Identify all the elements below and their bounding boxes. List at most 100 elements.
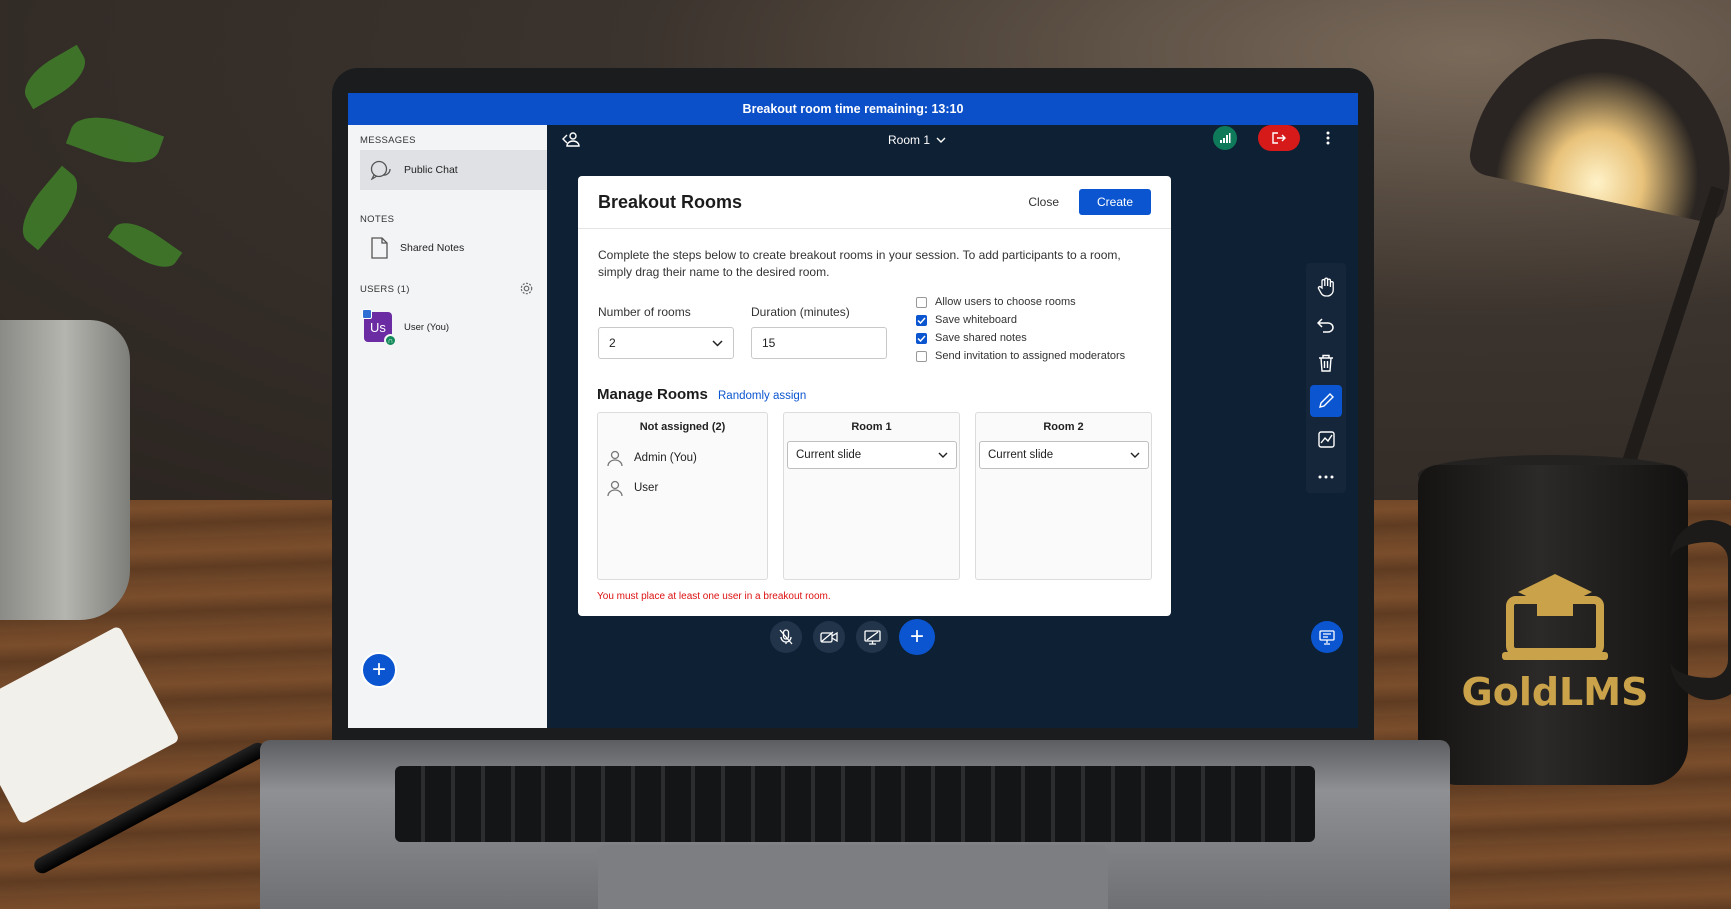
plus-icon: + [371, 656, 386, 683]
camera-button[interactable] [813, 621, 845, 653]
avatar-initials: Us [370, 319, 386, 335]
room-2-select-value: Current slide [988, 449, 1054, 461]
duration-label: Duration (minutes) [751, 305, 850, 319]
avatar: Us ∩ [362, 309, 397, 347]
manage-rooms-title: Manage Rooms [597, 386, 708, 403]
modal-intro: Complete the steps below to create break… [598, 248, 1121, 279]
user-label: User [634, 482, 659, 494]
room-1-column[interactable]: Room 1 Current slide [783, 412, 960, 580]
room-2-content-select[interactable]: Current slide [979, 441, 1149, 469]
signal-bars-icon [1220, 133, 1231, 143]
delete-button[interactable] [1310, 347, 1342, 379]
checkmark-icon [917, 316, 926, 324]
presenter-tag-icon [362, 309, 372, 319]
modal-title: Breakout Rooms [598, 191, 743, 212]
room-label: Room 1 [888, 133, 931, 147]
document-icon [371, 237, 388, 259]
notes-header: NOTES [360, 214, 395, 225]
whiteboard-toolbar [1306, 263, 1346, 493]
screen-share-button[interactable] [856, 621, 888, 653]
checkbox-checked[interactable] [916, 314, 927, 326]
more-tools-button[interactable] [1310, 461, 1342, 493]
option-save-whiteboard[interactable]: Save whiteboard [916, 311, 1125, 329]
mug-brand-text: GoldLMS [1461, 670, 1649, 714]
toggle-userlist-icon[interactable] [562, 131, 580, 147]
presentation-icon [1319, 629, 1335, 645]
option-allow-choose[interactable]: Allow users to choose rooms [916, 293, 1125, 311]
validation-error: You must place at least one user in a br… [597, 591, 831, 602]
chat-bubbles-icon [370, 160, 391, 180]
mug-logo: GoldLMS [1450, 570, 1660, 720]
multi-user-whiteboard-button[interactable] [1310, 423, 1342, 455]
sidebar-item-shared-notes[interactable]: Shared Notes [360, 228, 547, 268]
not-assigned-column[interactable]: Not assigned (2) Admin (You) User [597, 412, 768, 580]
user-list-item[interactable]: Us ∩ User (You) [354, 307, 541, 347]
room-selector[interactable]: Room 1 [888, 133, 946, 147]
leave-meeting-button[interactable] [1258, 125, 1300, 151]
sidebar: MESSAGES Public Chat NOTES Shared Notes … [348, 125, 547, 728]
user-icon [607, 450, 623, 467]
breakout-rooms-modal: Breakout Rooms Close Create Complete the… [578, 176, 1171, 616]
checkbox[interactable] [916, 296, 927, 308]
unassigned-user[interactable]: User [606, 479, 658, 497]
messages-header: MESSAGES [360, 135, 416, 146]
sidebar-item-public-chat[interactable]: Public Chat [360, 150, 547, 190]
create-button[interactable]: Create [1079, 189, 1151, 215]
actions-plus-button[interactable]: + [899, 619, 935, 655]
room-2-title: Room 2 [1043, 421, 1084, 433]
close-button[interactable]: Close [1028, 195, 1059, 209]
option-send-invitation[interactable]: Send invitation to assigned moderators [916, 347, 1125, 365]
pencil-tool-button[interactable] [1310, 385, 1342, 417]
option-label: Save shared notes [935, 332, 1027, 344]
unassigned-user-admin[interactable]: Admin (You) [606, 449, 697, 467]
mug-handle [1670, 520, 1731, 700]
checkbox[interactable] [916, 350, 927, 362]
connection-status-button[interactable] [1213, 126, 1237, 150]
gear-icon[interactable] [520, 282, 533, 295]
ellipsis-icon [1318, 475, 1334, 479]
laptop-trackpad [598, 845, 1108, 909]
rooms-count-select[interactable]: 2 [598, 327, 734, 359]
camera-off-icon [820, 631, 838, 643]
pan-tool-button[interactable] [1310, 271, 1342, 303]
trash-icon [1319, 354, 1333, 372]
chevron-down-icon [712, 339, 723, 347]
option-label: Save whiteboard [935, 314, 1017, 326]
more-options-icon[interactable] [1325, 130, 1331, 146]
duration-input[interactable]: 15 [751, 327, 887, 359]
checkmark-icon [917, 334, 926, 342]
randomly-assign-link[interactable]: Randomly assign [718, 390, 806, 402]
presentation-toggle-button[interactable] [1311, 621, 1343, 653]
option-label: Allow users to choose rooms [935, 296, 1076, 308]
users-header: USERS (1) [360, 284, 410, 295]
hand-icon [1317, 277, 1334, 297]
modal-header: Breakout Rooms Close Create [578, 176, 1171, 229]
shared-notes-label: Shared Notes [400, 242, 465, 254]
checkbox-checked[interactable] [916, 332, 927, 344]
graduation-laptop-icon [1502, 574, 1608, 660]
user-icon [607, 480, 623, 497]
pencil-icon [1319, 393, 1334, 408]
add-action-button[interactable]: + [361, 652, 397, 688]
breakout-timer-bar: Breakout room time remaining: 13:10 [348, 93, 1358, 125]
chart-line-icon [1317, 430, 1335, 448]
exit-icon [1272, 132, 1286, 144]
user-label: Admin (You) [634, 452, 697, 464]
rooms-count-value: 2 [609, 336, 616, 350]
undo-button[interactable] [1310, 309, 1342, 341]
option-save-notes[interactable]: Save shared notes [916, 329, 1125, 347]
room-1-content-select[interactable]: Current slide [787, 441, 957, 469]
option-label: Send invitation to assigned moderators [935, 350, 1126, 362]
chevron-down-icon [936, 137, 946, 143]
chevron-down-icon [1130, 452, 1140, 458]
microphone-off-icon [779, 629, 793, 645]
room-2-column[interactable]: Room 2 Current slide [975, 412, 1152, 580]
duration-value: 15 [762, 336, 776, 350]
plus-icon: + [909, 623, 924, 650]
public-chat-label: Public Chat [404, 164, 458, 176]
mute-mic-button[interactable] [770, 621, 802, 653]
app-screen: Breakout room time remaining: 13:10 MESS… [348, 93, 1358, 728]
plant-pot [0, 320, 130, 620]
not-assigned-title: Not assigned (2) [639, 421, 726, 433]
laptop-keyboard [395, 766, 1315, 842]
